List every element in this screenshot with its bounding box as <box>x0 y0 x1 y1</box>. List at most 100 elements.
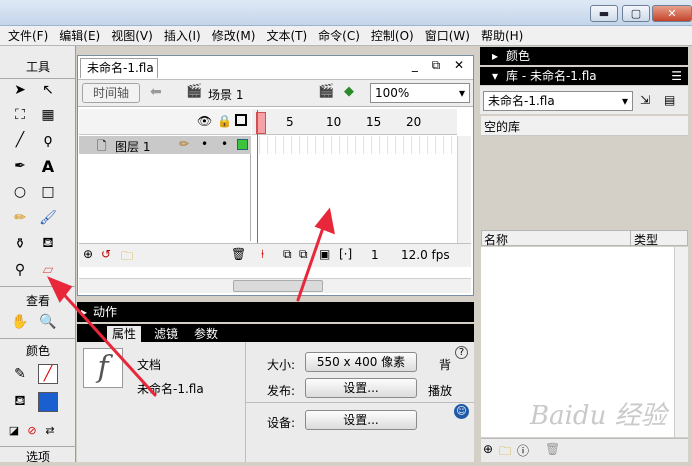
edit-multiple-icon[interactable]: ▣ <box>319 247 330 261</box>
scene-label[interactable]: 场景 1 <box>208 86 243 103</box>
eyedropper-icon[interactable]: ⚲ <box>10 260 30 280</box>
pen-tool-icon[interactable]: ✒ <box>10 156 30 176</box>
free-transform-icon[interactable]: ⛶ <box>10 105 30 125</box>
publish-settings-button[interactable]: 设置... <box>305 378 417 398</box>
edit-symbol-icon[interactable]: ◆ <box>344 84 354 99</box>
minimize-button[interactable]: ▬ <box>590 5 618 22</box>
tab-parameters[interactable]: 参数 <box>189 326 223 342</box>
edit-scene-icon[interactable]: 🎬 <box>318 84 334 99</box>
delete-icon[interactable]: 🗑 <box>545 442 560 456</box>
line-tool-icon[interactable]: ╱ <box>10 130 30 150</box>
chevron-right-icon: ▸ <box>492 49 499 63</box>
doc-minimize-icon[interactable]: _ <box>412 58 418 74</box>
scroll-thumb[interactable] <box>233 280 323 292</box>
library-select[interactable]: 未命名-1.fla ▾ <box>483 91 633 111</box>
close-button[interactable]: ✕ <box>652 5 692 22</box>
oval-tool-icon[interactable]: ○ <box>10 182 30 202</box>
menu-view[interactable]: 视图(V) <box>111 27 153 44</box>
black-white-icon[interactable]: ◪ <box>4 420 24 440</box>
view-title: 查看 <box>25 294 50 308</box>
timeline-vscroll[interactable] <box>457 136 471 246</box>
fill-swatch[interactable] <box>38 392 58 412</box>
menu-insert[interactable]: 插入(I) <box>164 27 201 44</box>
lasso-icon[interactable]: ϙ <box>38 130 58 150</box>
text-tool-icon[interactable]: A <box>38 156 58 176</box>
timeline-button[interactable]: 时间轴 <box>82 83 140 103</box>
document-tab[interactable]: 未命名-1.fla <box>80 58 158 78</box>
add-layer-icon[interactable]: ⊕ <box>83 247 93 261</box>
new-folder-icon[interactable]: 🗀 <box>499 442 511 463</box>
new-symbol-icon[interactable]: ⊕ <box>483 442 493 456</box>
pin-library-icon[interactable]: ⇲ <box>640 93 650 107</box>
stroke-color-icon[interactable]: ✎ <box>10 364 30 384</box>
zoom-select[interactable]: 100% ▾ <box>370 83 470 103</box>
menu-window[interactable]: 窗口(W) <box>425 27 470 44</box>
frame-rate: 12.0 fps <box>401 248 450 262</box>
stroke-swatch[interactable]: ╱ <box>38 364 58 384</box>
device-settings-button[interactable]: 设置... <box>305 410 417 430</box>
doc-restore-icon[interactable]: ⧉ <box>432 58 441 74</box>
zoom-tool-icon[interactable]: 🔍 <box>38 312 58 332</box>
properties-icon[interactable]: ⓘ <box>517 442 529 459</box>
options-title: 选项 <box>25 450 50 464</box>
col-name[interactable]: 名称 <box>484 231 508 248</box>
hand-tool-icon[interactable]: ✋ <box>10 312 30 332</box>
new-library-icon[interactable]: ▤ <box>664 93 675 107</box>
swap-colors-icon[interactable]: ⇄ <box>40 420 60 440</box>
panel-menu-icon[interactable]: ☰ <box>671 67 682 85</box>
pencil-icon: ✏ <box>179 137 190 151</box>
fill-color-icon[interactable]: ⛾ <box>10 392 30 412</box>
accessibility-icon[interactable]: ☺ <box>454 404 469 419</box>
chevron-down-icon: ▾ <box>458 86 465 100</box>
onion-markers-icon[interactable]: [·] <box>339 247 352 261</box>
back-arrow-icon[interactable]: ⬅ <box>150 84 162 100</box>
no-color-icon[interactable]: ⊘ <box>22 420 42 440</box>
maximize-button[interactable]: ▢ <box>622 5 650 22</box>
add-guide-icon[interactable]: ↺ <box>101 247 111 261</box>
onion-outline-icon[interactable]: ⧉ <box>299 247 308 262</box>
color-panel-title: 颜色 <box>506 49 531 63</box>
document-size-button[interactable]: 550 x 400 像素 <box>305 352 417 372</box>
delete-layer-icon[interactable]: 🗑 <box>231 247 246 261</box>
library-panel-header[interactable]: ▾ 库 - 未命名-1.fla ☰ <box>480 67 688 85</box>
menu-modify[interactable]: 修改(M) <box>212 27 256 44</box>
lock-icon[interactable]: 🔒 <box>217 114 232 128</box>
help-icon[interactable]: ? <box>455 346 468 359</box>
ink-bottle-icon[interactable]: ⚱ <box>10 234 30 254</box>
library-vscroll[interactable] <box>674 247 688 437</box>
tab-filters[interactable]: 滤镜 <box>149 326 183 342</box>
properties-body: f 文档 未命名-1.fla 大小: 550 x 400 像素 背 ? 发布: … <box>77 342 474 462</box>
frame-row[interactable] <box>252 136 457 154</box>
add-folder-icon[interactable]: 🗀 <box>121 247 133 268</box>
menu-help[interactable]: 帮助(H) <box>481 27 523 44</box>
menu-edit[interactable]: 编辑(E) <box>59 27 100 44</box>
doc-close-icon[interactable]: ✕ <box>454 58 464 74</box>
paint-bucket-icon[interactable]: ⛾ <box>38 234 58 254</box>
onion-skin-icon[interactable]: ⧉ <box>283 247 292 262</box>
layer-row[interactable]: 🗋 图层 1 ✏ • • <box>79 136 251 154</box>
menu-text[interactable]: 文本(T) <box>266 27 307 44</box>
color-panel-header[interactable]: ▸ 颜色 <box>480 47 688 65</box>
timeline-hscroll[interactable] <box>79 278 471 293</box>
document-controls: _ ⧉ ✕ <box>405 58 471 74</box>
col-type[interactable]: 类型 <box>630 231 658 248</box>
chevron-down-icon: ▾ <box>492 69 499 83</box>
doc-label: 文档 <box>137 358 162 372</box>
center-frame-icon[interactable]: ⍿ <box>261 247 264 262</box>
rectangle-tool-icon[interactable]: □ <box>38 182 58 202</box>
menu-commands[interactable]: 命令(C) <box>318 27 360 44</box>
player-label: 播放 <box>428 384 453 398</box>
watermark: Baidu 经验 <box>530 401 667 431</box>
gradient-transform-icon[interactable]: ▦ <box>38 105 58 125</box>
actions-panel-header[interactable]: ▸ 动作 <box>77 302 474 322</box>
outline-icon[interactable] <box>235 114 247 126</box>
tab-properties[interactable]: 属性 <box>107 326 142 342</box>
menu-control[interactable]: 控制(O) <box>371 27 414 44</box>
pencil-tool-icon[interactable]: ✏ <box>10 208 30 228</box>
selection-arrow-icon[interactable]: ➤ <box>10 80 30 100</box>
subselection-icon[interactable]: ↖ <box>38 80 58 100</box>
menu-file[interactable]: 文件(F) <box>8 27 48 44</box>
eye-icon[interactable]: 👁 <box>197 114 212 128</box>
eraser-icon[interactable]: ▱ <box>38 260 58 280</box>
brush-tool-icon[interactable]: 🖌 <box>38 208 58 228</box>
